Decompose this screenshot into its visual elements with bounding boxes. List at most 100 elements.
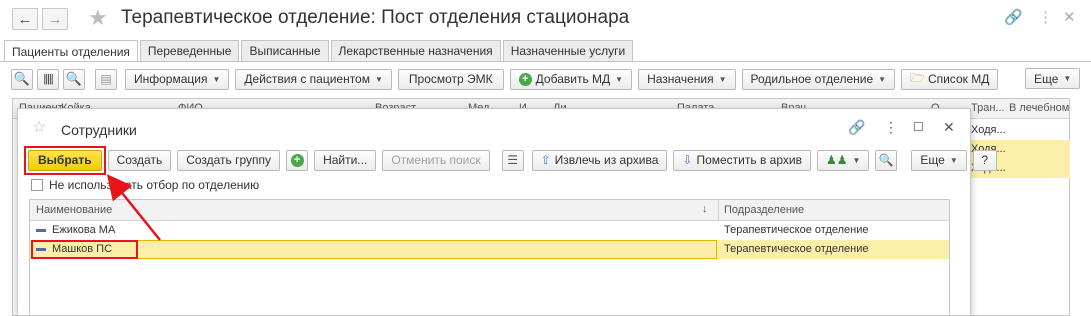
add-md-button[interactable]: + Добавить МД ▼ [509,68,633,90]
close-icon[interactable]: ✕ [943,119,955,136]
md-list-button[interactable]: 🗁 Список МД [901,68,999,90]
column-header[interactable]: В лечебном [1009,102,1069,114]
main-toolbar: 🔍 ||||| 🔍 ▤ Информация ▼ Действия с пацие… [11,68,1004,90]
tab-drug-orders[interactable]: Лекарственные назначения [330,40,501,61]
page-title: Терапевтическое отделение: Пост отделени… [121,7,630,28]
dropdown-arrow-icon: ▼ [949,155,958,165]
maternity-button[interactable]: Родильное отделение ▼ [741,68,896,90]
title-bar: ← → ★ Терапевтическое отделение: Пост от… [0,0,1091,38]
tab-discharged[interactable]: Выписанные [241,40,329,61]
document-icon: ▤ [100,72,112,86]
employees-list: Наименование ↓ Подразделение Ежикова МА … [29,199,950,316]
magnifier-icon: 🔍 [878,153,894,167]
users-menu-button[interactable]: ♟♟ ▼ [816,149,870,171]
column-header[interactable]: Тран... [971,102,1005,114]
info-menu-button[interactable]: Информация ▼ [125,68,230,90]
link-icon[interactable]: 🔗 [1004,8,1023,26]
forward-button[interactable]: → [42,8,68,30]
plus-icon: + [518,72,532,86]
back-button[interactable]: ← [12,8,38,30]
magnifier-icon: 🔍 [13,71,31,86]
find-button[interactable]: 🔍 [63,68,85,90]
item-marker-icon [36,228,46,232]
list-item-dept: Терапевтическое отделение [724,243,869,255]
more-button[interactable]: Еще ▼ [1025,68,1081,89]
more-vertical-icon[interactable]: ⋮ [1038,8,1053,26]
favorite-star-icon[interactable]: ★ [88,5,108,31]
barcode-icon: ||||| [43,73,53,85]
table-row[interactable]: Ходя... [969,121,1070,140]
list-item-name: Ежикова МА [36,224,115,236]
archive-in-icon: ⇩ [682,153,693,167]
column-header-dept[interactable]: Подразделение [724,204,804,216]
arrow-right-icon: → [47,10,63,28]
folder-icon: 🗁 [910,70,925,85]
sort-down-icon: ↓ [702,203,708,215]
dept-filter-checkbox[interactable] [31,179,43,191]
cancel-search-button[interactable]: Отменить поиск [382,149,490,171]
list-view-button[interactable]: ☰ [501,149,524,171]
arrow-left-icon: ← [17,10,33,28]
checkbox-label: Не использовать отбор по отделению [49,178,260,192]
annotation-highlight-row [31,240,138,259]
maternity-label: Родильное отделение [750,72,874,86]
close-icon[interactable]: ✕ [1063,8,1076,26]
list-item[interactable]: Ежикова МА Терапевтическое отделение [30,221,949,240]
view-emk-button[interactable]: Просмотр ЭМК [397,68,504,90]
assignments-button[interactable]: Назначения ▼ [638,68,736,90]
link-icon[interactable]: 🔗 [848,119,865,136]
dialog-toolbar: Выбрать Создать Создать группу + Найти..… [28,149,1003,171]
tab-divider [0,61,1091,62]
list-header: Наименование ↓ Подразделение [30,200,949,221]
plus-icon: + [290,153,304,167]
search-patient-button[interactable]: 🔍 [11,68,33,90]
actions-label: Действия с пациентом [244,72,370,86]
annotation-highlight-select [24,146,106,175]
move-archive-label: Поместить в архив [696,153,802,167]
md-list-label: Список МД [927,72,990,86]
section-tabs: Пациенты отделения Переведенные Выписанн… [4,40,635,62]
dropdown-arrow-icon: ▼ [615,74,624,84]
list-item-dept: Терапевтическое отделение [724,224,869,236]
tab-transferred[interactable]: Переведенные [139,40,240,61]
create-button[interactable]: Создать [107,149,172,171]
column-divider[interactable] [718,200,719,221]
archive-out-icon: ⇧ [540,153,551,167]
create-group-button[interactable]: Создать группу [177,149,281,171]
dropdown-arrow-icon: ▼ [374,74,383,84]
assignments-label: Назначения [647,72,714,86]
employees-dialog: ☆ Сотрудники 🔗 ⋮ ☐ ✕ Выбрать Создать Соз… [17,108,997,316]
dropdown-arrow-icon: ▼ [878,74,887,84]
add-md-label: Добавить МД [535,72,611,86]
more-button[interactable]: Еще ▼ [911,149,967,171]
list-item-selected[interactable]: Машков ПС Терапевтическое отделение [30,240,949,259]
dept-filter-checkbox-row[interactable]: Не использовать отбор по отделению [31,178,259,192]
more-label: Еще [920,153,945,167]
report-button[interactable]: ▤ [95,68,117,90]
dropdown-arrow-icon: ▼ [718,74,727,84]
dropdown-arrow-icon: ▼ [852,155,861,165]
users-icon: ♟♟ [825,153,848,167]
employee-name: Ежикова МА [52,224,116,236]
info-label: Информация [134,72,208,86]
tab-patients[interactable]: Пациенты отделения [4,40,138,62]
dropdown-arrow-icon: ▼ [1063,74,1072,83]
dropdown-arrow-icon: ▼ [212,74,221,84]
maximize-icon[interactable]: ☐ [913,120,924,134]
move-archive-button[interactable]: ⇩ Поместить в архив [673,149,811,171]
search-settings-button[interactable]: 🔍 [875,149,898,171]
barcode-button[interactable]: ||||| [37,68,59,90]
dialog-title: Сотрудники [61,122,137,138]
find-button[interactable]: Найти... [314,149,377,171]
more-vertical-icon[interactable]: ⋮ [884,119,898,136]
tab-services[interactable]: Назначенные услуги [502,40,634,61]
favorite-star-icon[interactable]: ☆ [32,117,46,137]
list-icon: ☰ [507,153,518,167]
more-label: Еще [1034,71,1059,86]
column-header-name[interactable]: Наименование [36,204,112,216]
copy-button[interactable]: + [286,149,309,171]
extract-archive-label: Извлечь из архива [554,153,659,167]
patient-actions-button[interactable]: Действия с пациентом ▼ [235,68,392,90]
extract-archive-button[interactable]: ⇧ Извлечь из архива [531,149,668,171]
help-button[interactable]: ? [972,149,997,171]
